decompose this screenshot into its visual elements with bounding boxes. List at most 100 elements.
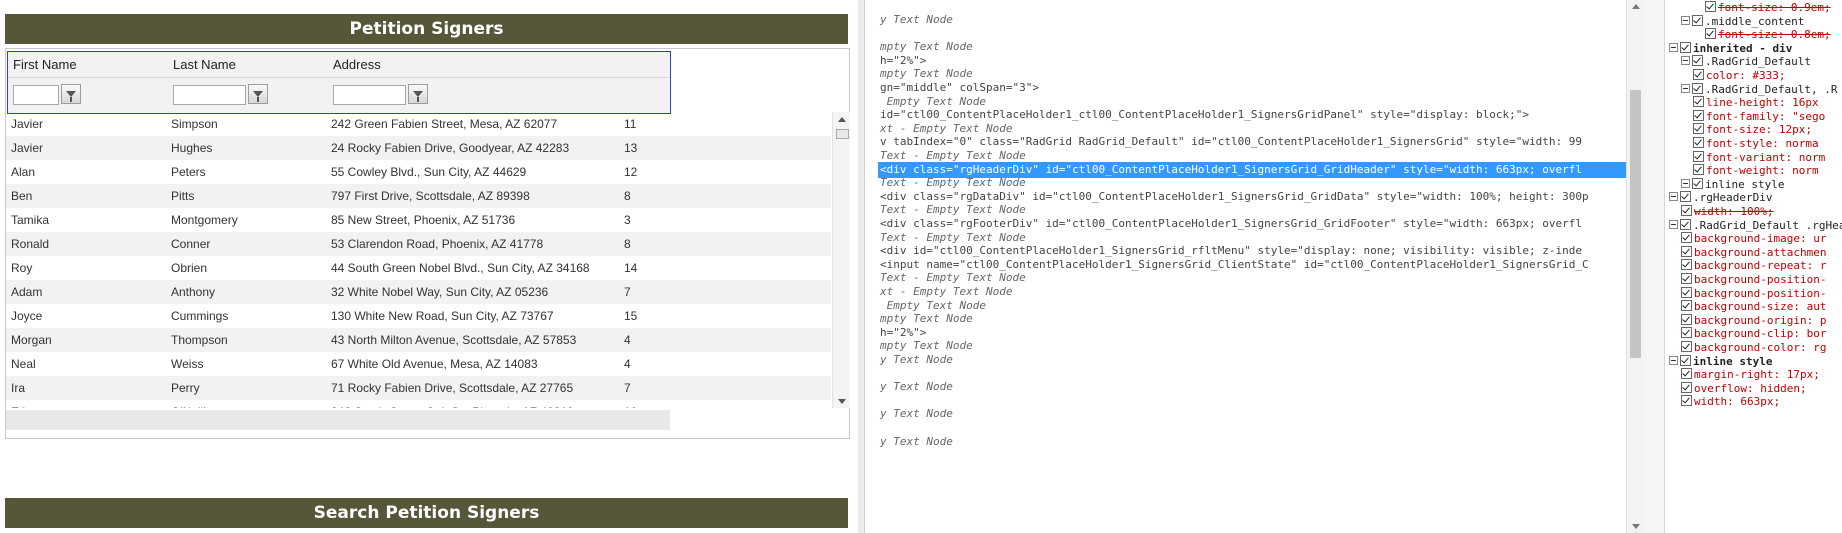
table-row[interactable]: Alan Peters 55 Cowley Blvd., Sun City, AZ …: [6, 160, 831, 184]
first-name-cell: Ronald: [11, 237, 50, 251]
collapse-icon[interactable]: [1681, 178, 1690, 188]
rule-checkbox[interactable]: [1680, 191, 1691, 203]
rule-checkbox[interactable]: [1693, 137, 1704, 148]
column-header-first-name[interactable]: First Name: [13, 57, 77, 72]
rule-checkbox[interactable]: [1705, 28, 1716, 40]
last-name-cell: O'Neill: [171, 405, 206, 408]
rule-checkbox[interactable]: [1681, 395, 1692, 407]
rule-checkbox[interactable]: [1693, 123, 1704, 135]
rule-checkbox[interactable]: [1681, 232, 1692, 244]
rule-checkbox[interactable]: [1693, 69, 1704, 80]
column-header-address[interactable]: Address: [333, 57, 381, 72]
rule-checkbox[interactable]: [1681, 259, 1692, 271]
style-rule-text: background-color: rg: [1694, 341, 1827, 354]
dom-node-line[interactable]: y Text Node: [880, 406, 953, 422]
address-cell: 71 Rocky Fabien Drive, Scottsdale, AZ 27…: [331, 381, 574, 395]
rule-checkbox[interactable]: [1692, 14, 1703, 26]
rule-checkbox[interactable]: [1680, 354, 1691, 366]
style-rule-text: .RadGrid_Default, .R: [1705, 82, 1838, 96]
rule-checkbox[interactable]: [1681, 205, 1692, 216]
address-filter-button[interactable]: [408, 84, 428, 104]
dom-node-line[interactable]: y Text Node: [880, 352, 953, 368]
last-name-cell: Conner: [171, 237, 211, 251]
table-row[interactable]: Ronald Conner 53 Clarendon Road, Phoenix, …: [6, 232, 831, 256]
table-row[interactable]: Javier Hughes 24 Rocky Fabien Drive, Goody…: [6, 136, 831, 160]
rule-checkbox[interactable]: [1705, 1, 1716, 12]
style-rule-text: font-style: norma: [1706, 137, 1819, 150]
table-row[interactable]: Javier Simpson 242 Green Fabien Street, Me…: [6, 112, 831, 136]
scroll-down-icon[interactable]: [1632, 524, 1640, 529]
collapse-icon[interactable]: [1669, 219, 1678, 229]
rule-checkbox[interactable]: [1692, 82, 1703, 94]
collapse-icon[interactable]: [1669, 42, 1678, 52]
rule-checkbox[interactable]: [1681, 286, 1692, 298]
first-name-cell: Adam: [11, 285, 43, 299]
style-rule-text: inherited - div: [1693, 41, 1793, 55]
first-name-cell: Javier: [11, 117, 44, 131]
grid-footer-scrollbar[interactable]: [6, 410, 670, 430]
table-row[interactable]: Roy Obrien 44 South Green Nobel Blvd., Sun…: [6, 256, 831, 280]
scroll-thumb[interactable]: [836, 129, 849, 139]
table-row[interactable]: Ira Perry 71 Rocky Fabien Drive, Scottsdal…: [6, 376, 831, 400]
last-name-cell: Pitts: [171, 189, 195, 203]
collapse-icon[interactable]: [1669, 192, 1678, 202]
scroll-down-icon[interactable]: [838, 399, 846, 404]
rule-checkbox[interactable]: [1681, 368, 1692, 380]
table-row[interactable]: Joyce Cummings 130 White New Road, Sun Cit…: [6, 304, 831, 328]
funnel-icon: [413, 91, 423, 102]
rule-checkbox[interactable]: [1693, 164, 1704, 176]
collapse-icon[interactable]: [1669, 355, 1678, 365]
number-cell: 11: [624, 117, 637, 131]
number-cell: 12: [624, 165, 638, 179]
table-row[interactable]: Tamika Montgomery 85 New Street, Phoenix, …: [6, 208, 831, 232]
collapse-icon[interactable]: [1681, 83, 1690, 93]
table-row[interactable]: Ethan O'Neill 843 South Green Oak St., Pho…: [6, 400, 831, 408]
table-row[interactable]: Neal Weiss 67 White Old Avenue, Mesa, AZ 1…: [6, 352, 831, 376]
collapse-icon[interactable]: [1681, 56, 1690, 66]
rule-checkbox[interactable]: [1693, 96, 1704, 108]
style-rule-line[interactable]: width: 663px;: [1681, 394, 1780, 410]
first-name-cell: Javier: [11, 141, 44, 155]
dom-node-line[interactable]: y Text Node: [880, 12, 953, 28]
app-page: Petition Signers First Name Last Name Ad…: [0, 0, 860, 533]
last-name-filter-button[interactable]: [248, 84, 268, 104]
rule-checkbox[interactable]: [1681, 273, 1692, 284]
address-cell: 85 New Street, Phoenix, AZ 51736: [331, 213, 516, 227]
last-name-cell: Cummings: [171, 309, 229, 323]
dom-node-line[interactable]: y Text Node: [880, 379, 953, 395]
address-filter-input[interactable]: [333, 85, 406, 105]
column-header-last-name[interactable]: Last Name: [173, 57, 236, 72]
number-cell: 7: [624, 381, 631, 395]
table-row[interactable]: Adam Anthony 32 White Nobel Way, Sun City,…: [6, 280, 831, 304]
rule-checkbox[interactable]: [1692, 55, 1703, 67]
rule-checkbox[interactable]: [1681, 327, 1692, 339]
style-rule-text: color: #333;: [1706, 69, 1786, 82]
style-rule-text: .RadGrid_Default .rgHea: [1693, 218, 1842, 232]
rule-checkbox[interactable]: [1680, 41, 1691, 53]
rule-checkbox[interactable]: [1693, 150, 1704, 162]
rule-checkbox[interactable]: [1680, 218, 1691, 230]
rule-checkbox[interactable]: [1681, 341, 1692, 352]
rule-checkbox[interactable]: [1681, 245, 1692, 257]
scroll-thumb[interactable]: [1630, 90, 1641, 358]
rule-checkbox[interactable]: [1681, 381, 1692, 393]
table-row[interactable]: Morgan Thompson 43 North Milton Avenue, Sc…: [6, 328, 831, 352]
table-row[interactable]: Ben Pitts 797 First Drive, Scottsdale, AZ …: [6, 184, 831, 208]
scroll-up-icon[interactable]: [1632, 4, 1640, 9]
rule-checkbox[interactable]: [1693, 109, 1704, 121]
dom-vertical-scrollbar[interactable]: [1626, 0, 1644, 533]
last-name-filter-input[interactable]: [173, 85, 246, 105]
grid-vertical-scrollbar[interactable]: [832, 112, 850, 408]
scroll-up-icon[interactable]: [838, 117, 846, 122]
first-name-cell: Alan: [11, 165, 36, 179]
style-rule-text: .middle_content: [1705, 14, 1805, 28]
first-name-filter-button[interactable]: [61, 84, 81, 104]
first-name-filter-input[interactable]: [13, 85, 59, 105]
rule-checkbox[interactable]: [1681, 300, 1692, 312]
rule-checkbox[interactable]: [1681, 313, 1692, 325]
rule-checkbox[interactable]: [1692, 177, 1703, 189]
last-name-cell: Obrien: [171, 261, 208, 275]
collapse-icon[interactable]: [1681, 15, 1690, 25]
first-name-cell: Joyce: [11, 309, 43, 323]
dom-node-line[interactable]: y Text Node: [880, 434, 953, 450]
